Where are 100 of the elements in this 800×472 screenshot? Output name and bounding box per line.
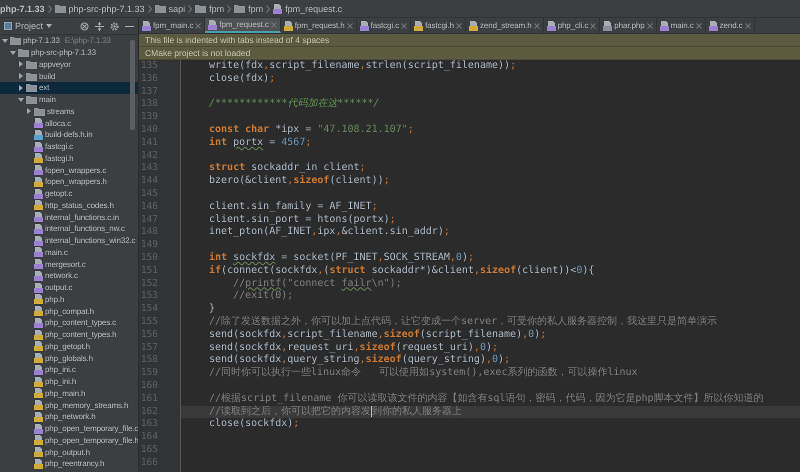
expand-arrow-icon[interactable]: [18, 84, 24, 91]
breadcrumb-item[interactable]: php-src-php-7.1.33: [68, 4, 145, 14]
tree-item[interactable]: php_output.h: [0, 446, 138, 458]
tree-item[interactable]: build: [0, 70, 138, 82]
code-line: //除了发送数据之外，你可以加上点代码，让它变成一个server，可受你的私人服务器控制，我这里只是简单演示: [208, 316, 718, 328]
file-icon: [34, 165, 43, 176]
folder-icon: [26, 83, 37, 92]
tree-item[interactable]: php.h: [0, 294, 138, 306]
close-icon[interactable]: [401, 22, 408, 28]
scrollbar-thumb[interactable]: [130, 40, 135, 130]
file-icon: [34, 341, 43, 352]
file-icon: [34, 142, 43, 152]
expand-arrow-icon[interactable]: [18, 73, 24, 80]
file-icon: [34, 330, 43, 340]
close-icon[interactable]: [534, 22, 540, 28]
tree-item[interactable]: appveyor: [0, 58, 138, 70]
breadcrumb-item[interactable]: sapi: [168, 4, 186, 14]
editor-tab[interactable]: zend.c: [706, 18, 755, 33]
close-icon[interactable]: [744, 22, 751, 28]
editor-tab[interactable]: php_cli.c: [544, 18, 600, 33]
target-icon[interactable]: [80, 22, 89, 30]
tree-item[interactable]: fopen_wrappers.c: [0, 164, 138, 176]
expand-arrow-icon[interactable]: [18, 61, 24, 68]
file-icon: [34, 153, 43, 164]
folder-icon: [195, 4, 206, 13]
tree-item[interactable]: fopen_wrappers.h: [0, 176, 138, 188]
tree-item[interactable]: php_open_temporary_file.h: [0, 434, 138, 446]
tree-item[interactable]: php_content_types.c: [0, 317, 138, 329]
editor-tab[interactable]: fpm_request.c: [205, 18, 281, 33]
tree-item[interactable]: alloca.c: [0, 117, 138, 129]
collapse-all-icon[interactable]: [95, 22, 104, 30]
tree-item[interactable]: php_content_types.h: [0, 328, 138, 340]
tree-item[interactable]: php-src-php-7.1.33: [0, 46, 138, 58]
file-icon: [34, 364, 43, 375]
tree-item[interactable]: php_ini.h: [0, 376, 138, 388]
file-icon: [34, 130, 43, 140]
settings-icon[interactable]: [110, 22, 119, 30]
editor-tab[interactable]: fpm_request.h: [280, 18, 357, 33]
collapse-arrow-icon[interactable]: [2, 38, 8, 44]
tree-item[interactable]: php_ini.c: [0, 364, 138, 376]
code-line: inet_pton(AF_INET,ipx,&client.sin_addr);: [208, 226, 451, 240]
tree-item[interactable]: php-7.1.33 E:\php-7.1.33: [0, 35, 138, 47]
tree-item[interactable]: streams: [0, 106, 138, 118]
project-view-dropdown[interactable]: Project: [4, 21, 52, 31]
tree-item[interactable]: internal_functions.c.in: [0, 211, 138, 223]
tree-item[interactable]: internal_functions_win32.c: [0, 234, 138, 246]
breadcrumb-item[interactable]: php-7.1.33: [0, 4, 45, 14]
breadcrumb-item[interactable]: fpm_request.c: [285, 4, 342, 14]
file-icon: [208, 20, 218, 30]
file-icon: [708, 20, 718, 30]
close-icon[interactable]: [590, 22, 596, 28]
file-icon: [414, 20, 424, 30]
collapse-arrow-icon[interactable]: [18, 96, 24, 103]
close-icon[interactable]: [456, 22, 462, 28]
chevron-icon: [148, 4, 152, 12]
close-icon[interactable]: [696, 22, 702, 28]
code-line: /************代码加在这******/: [208, 98, 380, 112]
file-icon: [142, 20, 151, 30]
editor-tab[interactable]: fastcgi.c: [356, 18, 412, 33]
tree-item[interactable]: php_network.h: [0, 411, 138, 423]
tree-item[interactable]: main.c: [0, 246, 138, 258]
close-icon[interactable]: [346, 22, 353, 28]
editor-tab[interactable]: phar.php: [600, 18, 657, 33]
tree-item[interactable]: php_open_temporary_file.c: [0, 422, 138, 434]
code-line: struct sockaddr_in client;: [208, 162, 367, 174]
path-hint: E:\php-7.1.33: [64, 36, 111, 46]
code-line: //同时你可以执行一些linux命令 可以使用如system(),exec系列的函数，可以操作linux: [208, 367, 639, 380]
tree-item[interactable]: php_getopt.h: [0, 340, 138, 352]
collapse-arrow-icon[interactable]: [10, 50, 16, 56]
close-icon[interactable]: [646, 22, 653, 28]
close-icon[interactable]: [195, 22, 202, 28]
tree-item[interactable]: ext: [0, 82, 138, 94]
tree-item[interactable]: php_memory_streams.h: [0, 399, 138, 411]
tree-item[interactable]: php_main.h: [0, 388, 138, 400]
tree-item[interactable]: php_globals.h: [0, 352, 138, 364]
tree-item[interactable]: getopt.c: [0, 188, 138, 200]
editor-tab[interactable]: zend_stream.h: [466, 18, 544, 33]
tree-item[interactable]: internal_functions_nw.c: [0, 223, 138, 235]
tree-item[interactable]: php_compat.h: [0, 305, 138, 317]
project-icon: [4, 22, 12, 30]
breadcrumb-item[interactable]: fpm: [248, 4, 264, 14]
expand-arrow-icon[interactable]: [26, 108, 32, 114]
tree-item[interactable]: output.c: [0, 282, 138, 294]
tree-item[interactable]: network.c: [0, 270, 138, 282]
tree-item[interactable]: mergesort.c: [0, 258, 138, 270]
file-icon: [34, 200, 43, 210]
folder-icon: [26, 60, 37, 69]
file-icon: [34, 270, 43, 281]
file-icon: [34, 412, 43, 422]
tree-item[interactable]: http_status_codes.h: [0, 200, 138, 212]
breadcrumb-item[interactable]: fpm: [209, 4, 224, 14]
editor-tab[interactable]: main.c: [656, 18, 706, 33]
folder-icon: [54, 4, 66, 13]
tree-item[interactable]: php_reentrancy.h: [0, 458, 138, 470]
tree-item[interactable]: fastcgi.h: [0, 152, 138, 164]
folder-icon: [18, 48, 29, 58]
tree-item[interactable]: build-defs.h.in: [0, 129, 138, 141]
tree-item[interactable]: fastcgi.c: [0, 140, 138, 152]
editor-tab[interactable]: fastcgi.h: [411, 18, 466, 33]
tree-item[interactable]: main: [0, 94, 138, 106]
